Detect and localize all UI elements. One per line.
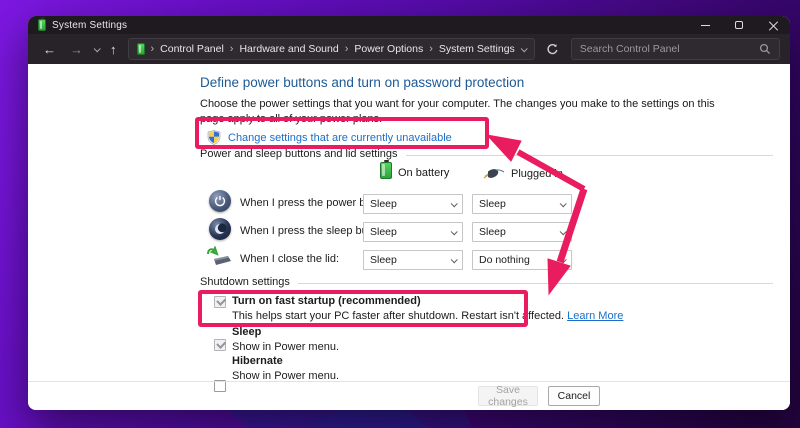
checkbox-fast-startup[interactable] [214,296,226,308]
page-title: Define power buttons and turn on passwor… [200,75,525,90]
checkbox-sleep[interactable] [214,339,226,351]
search-box [570,38,780,60]
column-on-battery-label: On battery [398,167,450,179]
lid-icon [206,245,232,269]
section-rule [297,282,773,284]
back-button[interactable]: ← [40,43,59,56]
dropdown-power-plugged-in[interactable]: Sleep [472,194,572,214]
fast-startup-desc-text: This helps start your PC faster after sh… [232,310,565,322]
title-bar: System Settings [28,16,790,34]
dropdown-value: Sleep [370,254,397,266]
breadcrumb-system-settings[interactable]: System Settings [439,43,515,55]
section-rule [405,154,773,156]
refresh-icon [547,43,558,54]
breadcrumb-control-panel[interactable]: Control Panel [160,43,224,55]
maximize-button[interactable] [722,16,756,34]
refresh-button[interactable] [543,43,563,56]
breadcrumb-separator: › [150,43,155,55]
dropdown-value: Sleep [479,198,506,210]
breadcrumb-power-options[interactable]: Power Options [354,43,423,55]
chevron-down-icon [559,199,567,207]
chevron-down-icon [559,255,567,263]
fast-startup-label[interactable]: Turn on fast startup (recommended) [232,295,421,307]
breadcrumb-separator: › [344,43,349,55]
column-plugged-in: Plugged in [483,167,563,180]
app-icon [38,17,46,31]
uac-shield-icon [207,130,221,145]
system-settings-window: System Settings ← → ↑ › Control Panel › … [28,16,790,410]
close-button[interactable] [756,16,790,34]
breadcrumb-hardware-and-sound[interactable]: Hardware and Sound [239,43,338,55]
intro-text: Choose the power settings that you want … [200,97,790,127]
dropdown-lid-on-battery[interactable]: Sleep [363,250,463,270]
forward-button[interactable]: → [67,43,86,56]
row-close-lid-label: When I close the lid: [240,253,340,265]
sleep-desc: Show in Power menu. [232,341,339,353]
dropdown-power-on-battery[interactable]: Sleep [363,194,463,214]
dropdown-value: Sleep [479,226,506,238]
dropdown-sleep-on-battery[interactable]: Sleep [363,222,463,242]
recent-pages-chevron-icon[interactable] [93,44,101,52]
section-power-sleep-label: Power and sleep buttons and lid settings [200,148,398,160]
dropdown-value: Sleep [370,198,397,210]
minimize-button[interactable] [688,16,722,34]
intro-line-1: Choose the power settings that you want … [200,98,715,110]
dropdown-lid-plugged-in[interactable]: Do nothing [472,250,572,270]
column-on-battery: On battery [380,160,450,179]
navigation-bar: ← → ↑ › Control Panel › Hardware and Sou… [28,34,790,64]
power-button-icon [209,190,231,212]
breadcrumb-separator: › [229,43,234,55]
cancel-button[interactable]: Cancel [548,386,600,406]
section-power-sleep: Power and sleep buttons and lid settings [200,148,773,160]
page-content: Define power buttons and turn on passwor… [28,64,790,410]
hibernate-label[interactable]: Hibernate [232,355,283,367]
location-icon [136,41,145,55]
chevron-down-icon [450,255,458,263]
address-dropdown-chevron-icon[interactable] [520,44,528,52]
column-plugged-in-label: Plugged in [511,168,563,180]
chevron-down-icon [559,227,567,235]
minimize-icon [700,24,710,26]
dropdown-value: Do nothing [479,254,530,266]
dropdown-sleep-plugged-in[interactable]: Sleep [472,222,572,242]
breadcrumb: › Control Panel › Hardware and Sound › P… [127,38,535,60]
save-changes-button[interactable]: Save changes [478,384,538,408]
dropdown-value: Sleep [370,226,397,238]
breadcrumb-separator: › [429,43,433,55]
up-button[interactable]: ↑ [107,43,120,56]
plug-icon [483,169,505,179]
maximize-icon [735,21,743,29]
fast-startup-desc: This helps start your PC faster after sh… [232,310,623,322]
window-title: System Settings [52,19,128,31]
sleep-button-icon [209,218,231,240]
battery-icon [380,160,392,179]
chevron-down-icon [450,227,458,235]
search-icon [759,43,771,55]
section-shutdown: Shutdown settings [200,276,773,288]
sleep-label[interactable]: Sleep [232,326,261,338]
section-shutdown-label: Shutdown settings [200,276,290,288]
chevron-down-icon [450,199,458,207]
intro-line-2: page apply to all of your power plans. [200,113,383,125]
search-input[interactable] [579,43,753,55]
footer-divider [28,381,790,382]
close-icon [769,21,778,30]
change-settings-link[interactable]: Change settings that are currently unava… [228,132,452,144]
learn-more-link[interactable]: Learn More [567,310,623,322]
